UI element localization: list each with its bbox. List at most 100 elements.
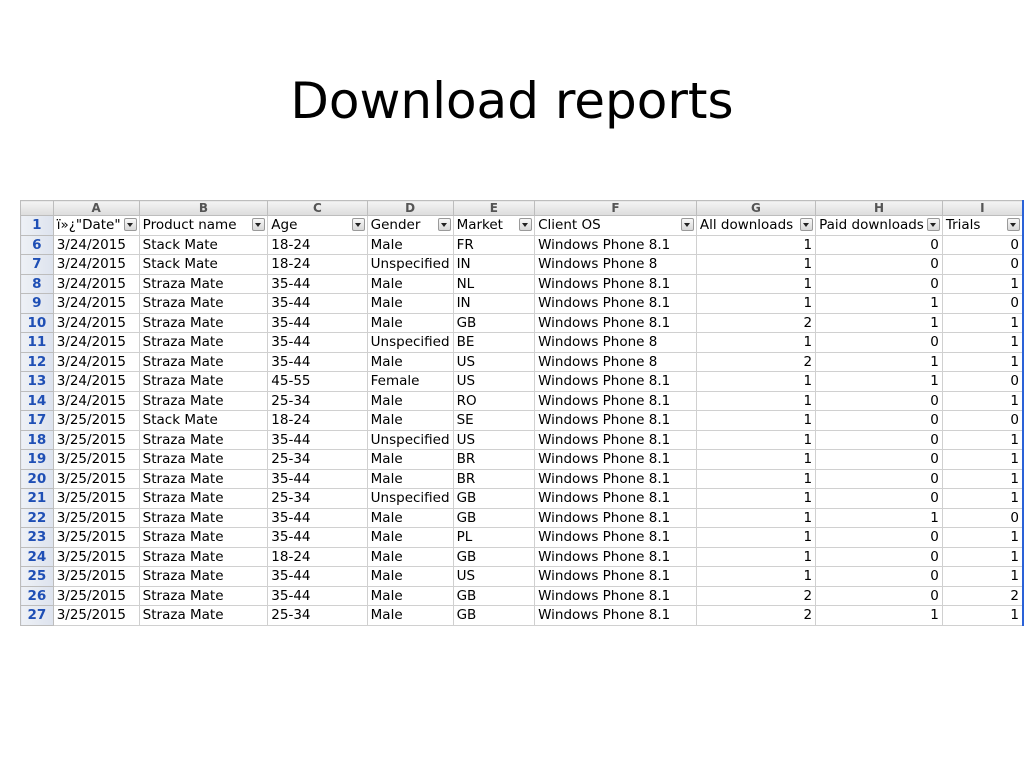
table-cell[interactable]: 1: [815, 312, 943, 333]
filter-dropdown-icon[interactable]: [800, 218, 814, 231]
table-cell[interactable]: Windows Phone 8.1: [534, 488, 697, 509]
table-cell[interactable]: GB: [452, 546, 536, 567]
table-cell[interactable]: 1: [695, 390, 817, 411]
table-cell[interactable]: Windows Phone 8: [534, 254, 697, 275]
table-cell[interactable]: 0: [941, 293, 1024, 314]
table-cell[interactable]: 25-34: [267, 488, 368, 509]
table-cell[interactable]: 1: [695, 449, 817, 470]
table-cell[interactable]: 25-34: [267, 605, 368, 626]
table-cell[interactable]: 1: [815, 371, 943, 392]
table-cell[interactable]: 35-44: [267, 507, 368, 528]
table-cell[interactable]: 1: [695, 507, 817, 528]
table-cell[interactable]: BE: [452, 332, 536, 353]
table-cell[interactable]: 0: [815, 390, 943, 411]
table-cell[interactable]: 1: [695, 429, 817, 450]
table-cell[interactable]: Windows Phone 8.1: [534, 390, 697, 411]
table-cell[interactable]: 1: [695, 410, 817, 431]
header-cell[interactable]: Client OS: [534, 215, 697, 236]
table-cell[interactable]: Windows Phone 8.1: [534, 507, 697, 528]
table-cell[interactable]: Male: [366, 527, 454, 548]
table-cell[interactable]: Straza Mate: [138, 449, 269, 470]
spreadsheet-grid[interactable]: ABCDEFGHI 1 ï»¿"Date" Product name Age Gend…: [20, 200, 1024, 626]
table-cell[interactable]: 18-24: [267, 410, 368, 431]
table-cell[interactable]: 35-44: [267, 332, 368, 353]
table-cell[interactable]: 0: [941, 371, 1024, 392]
filter-dropdown-icon[interactable]: [1007, 218, 1020, 231]
table-cell[interactable]: 35-44: [267, 429, 368, 450]
row-number[interactable]: 27: [20, 605, 54, 626]
column-letter-f[interactable]: F: [534, 200, 697, 216]
table-cell[interactable]: Male: [366, 273, 454, 294]
table-cell[interactable]: Male: [366, 293, 454, 314]
table-cell[interactable]: Windows Phone 8.1: [534, 371, 697, 392]
table-cell[interactable]: Male: [366, 585, 454, 606]
table-cell[interactable]: 3/24/2015: [52, 273, 140, 294]
table-cell[interactable]: Male: [366, 507, 454, 528]
row-number[interactable]: 13: [20, 371, 54, 392]
table-cell[interactable]: Straza Mate: [138, 429, 269, 450]
table-cell[interactable]: Unspecified: [366, 429, 454, 450]
table-cell[interactable]: Straza Mate: [138, 488, 269, 509]
select-all-corner[interactable]: [20, 200, 54, 216]
table-cell[interactable]: US: [452, 566, 536, 587]
table-cell[interactable]: 3/24/2015: [52, 371, 140, 392]
table-cell[interactable]: 0: [815, 273, 943, 294]
table-cell[interactable]: 0: [941, 507, 1024, 528]
table-cell[interactable]: 1: [941, 332, 1024, 353]
table-cell[interactable]: US: [452, 371, 536, 392]
table-cell[interactable]: Male: [366, 312, 454, 333]
table-cell[interactable]: 0: [815, 566, 943, 587]
table-cell[interactable]: Windows Phone 8.1: [534, 429, 697, 450]
table-cell[interactable]: 2: [941, 585, 1024, 606]
table-cell[interactable]: US: [452, 429, 536, 450]
table-cell[interactable]: PL: [452, 527, 536, 548]
table-cell[interactable]: 1: [695, 254, 817, 275]
table-cell[interactable]: 1: [815, 351, 943, 372]
table-cell[interactable]: 2: [695, 585, 817, 606]
table-cell[interactable]: 3/24/2015: [52, 293, 140, 314]
table-cell[interactable]: Windows Phone 8.1: [534, 410, 697, 431]
table-cell[interactable]: 45-55: [267, 371, 368, 392]
table-cell[interactable]: 1: [941, 546, 1024, 567]
table-cell[interactable]: RO: [452, 390, 536, 411]
table-cell[interactable]: 1: [941, 273, 1024, 294]
column-letter-h[interactable]: H: [815, 200, 943, 216]
table-cell[interactable]: IN: [452, 254, 536, 275]
table-cell[interactable]: 25-34: [267, 390, 368, 411]
filter-dropdown-icon[interactable]: [437, 218, 451, 231]
table-cell[interactable]: Straza Mate: [138, 351, 269, 372]
filter-active-icon[interactable]: [252, 218, 266, 231]
row-number[interactable]: 25: [20, 566, 54, 587]
table-cell[interactable]: Straza Mate: [138, 293, 269, 314]
table-cell[interactable]: Male: [366, 605, 454, 626]
table-cell[interactable]: Stack Mate: [138, 234, 269, 255]
row-number[interactable]: 6: [20, 234, 54, 255]
table-cell[interactable]: Windows Phone 8.1: [534, 546, 697, 567]
table-cell[interactable]: 3/24/2015: [52, 390, 140, 411]
table-cell[interactable]: 0: [815, 488, 943, 509]
table-cell[interactable]: Straza Mate: [138, 468, 269, 489]
table-cell[interactable]: 0: [815, 546, 943, 567]
table-cell[interactable]: Female: [366, 371, 454, 392]
table-cell[interactable]: 3/25/2015: [52, 449, 140, 470]
table-cell[interactable]: GB: [452, 488, 536, 509]
table-cell[interactable]: 1: [695, 527, 817, 548]
column-letter-c[interactable]: C: [267, 200, 368, 216]
column-letter-d[interactable]: D: [366, 200, 454, 216]
table-cell[interactable]: 2: [695, 312, 817, 333]
table-cell[interactable]: Male: [366, 546, 454, 567]
table-cell[interactable]: Straza Mate: [138, 605, 269, 626]
table-cell[interactable]: 0: [815, 468, 943, 489]
table-cell[interactable]: 3/25/2015: [52, 488, 140, 509]
table-cell[interactable]: Straza Mate: [138, 507, 269, 528]
table-cell[interactable]: 0: [815, 429, 943, 450]
table-cell[interactable]: 3/25/2015: [52, 546, 140, 567]
table-cell[interactable]: Male: [366, 351, 454, 372]
table-cell[interactable]: 0: [815, 332, 943, 353]
row-number[interactable]: 19: [20, 449, 54, 470]
filter-dropdown-icon[interactable]: [519, 218, 533, 231]
table-cell[interactable]: GB: [452, 605, 536, 626]
table-cell[interactable]: Windows Phone 8.1: [534, 234, 697, 255]
header-cell[interactable]: Gender: [366, 215, 454, 236]
row-number[interactable]: 20: [20, 468, 54, 489]
